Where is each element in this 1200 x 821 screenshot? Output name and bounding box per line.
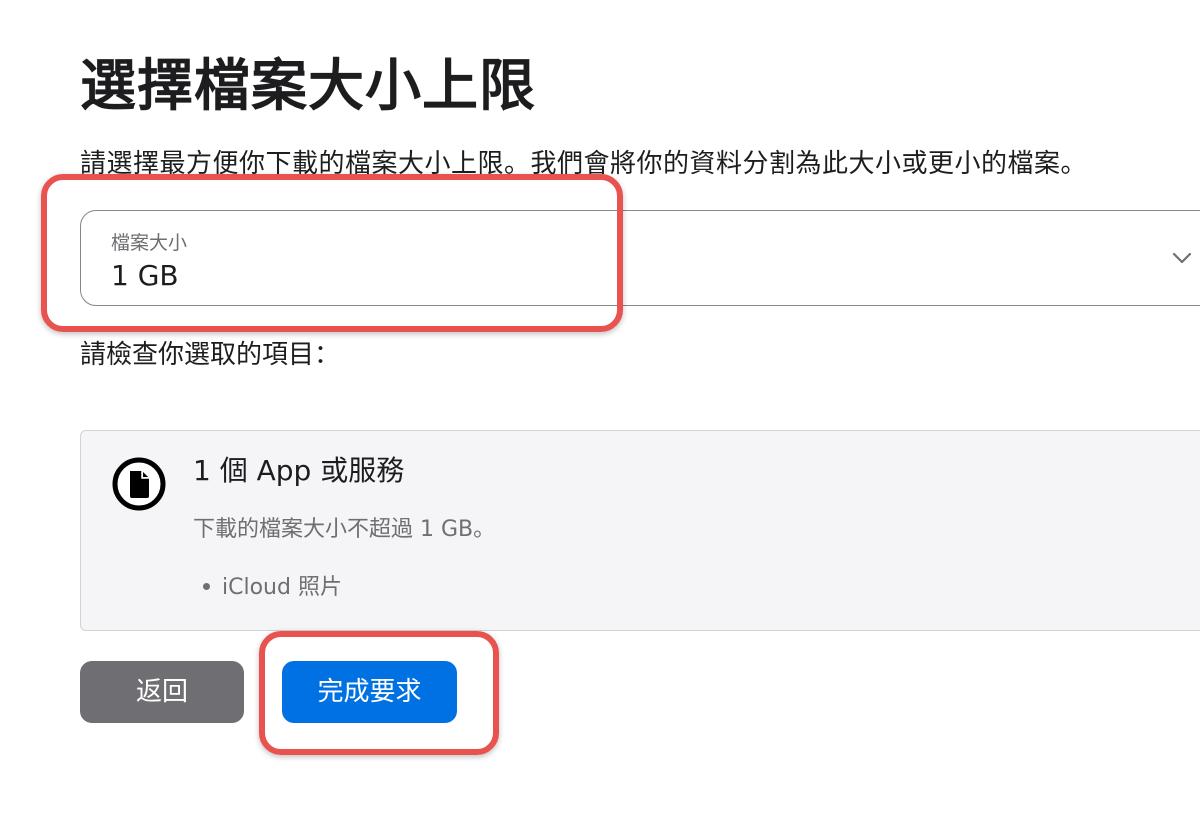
page: 選擇檔案大小上限 請選擇最方便你下載的檔案大小上限。我們會將你的資料分割為此大小… bbox=[0, 0, 1200, 821]
summary-card: 1 個 App 或服務 下載的檔案大小不超過 1 GB。 iCloud 照片 bbox=[80, 430, 1200, 631]
back-button[interactable]: 返回 bbox=[80, 661, 244, 723]
file-size-select-label: 檔案大小 bbox=[111, 232, 188, 254]
summary-list-item: iCloud 照片 bbox=[203, 573, 342, 603]
page-title: 選擇檔案大小上限 bbox=[80, 54, 536, 119]
document-icon bbox=[112, 457, 166, 511]
summary-title: 1 個 App 或服務 bbox=[193, 454, 405, 487]
summary-list-item-label: iCloud 照片 bbox=[222, 575, 342, 600]
review-label: 請檢查你選取的項目： bbox=[80, 340, 341, 370]
file-size-select-value: 1 GB bbox=[111, 259, 179, 292]
bullet-icon bbox=[203, 582, 210, 590]
chevron-down-icon bbox=[1172, 252, 1192, 264]
file-size-select[interactable]: 檔案大小 1 GB bbox=[80, 210, 1200, 306]
complete-request-button[interactable]: 完成要求 bbox=[282, 661, 457, 723]
page-description: 請選擇最方便你下載的檔案大小上限。我們會將你的資料分割為此大小或更小的檔案。 bbox=[80, 149, 1088, 179]
summary-subtitle: 下載的檔案大小不超過 1 GB。 bbox=[193, 517, 496, 542]
